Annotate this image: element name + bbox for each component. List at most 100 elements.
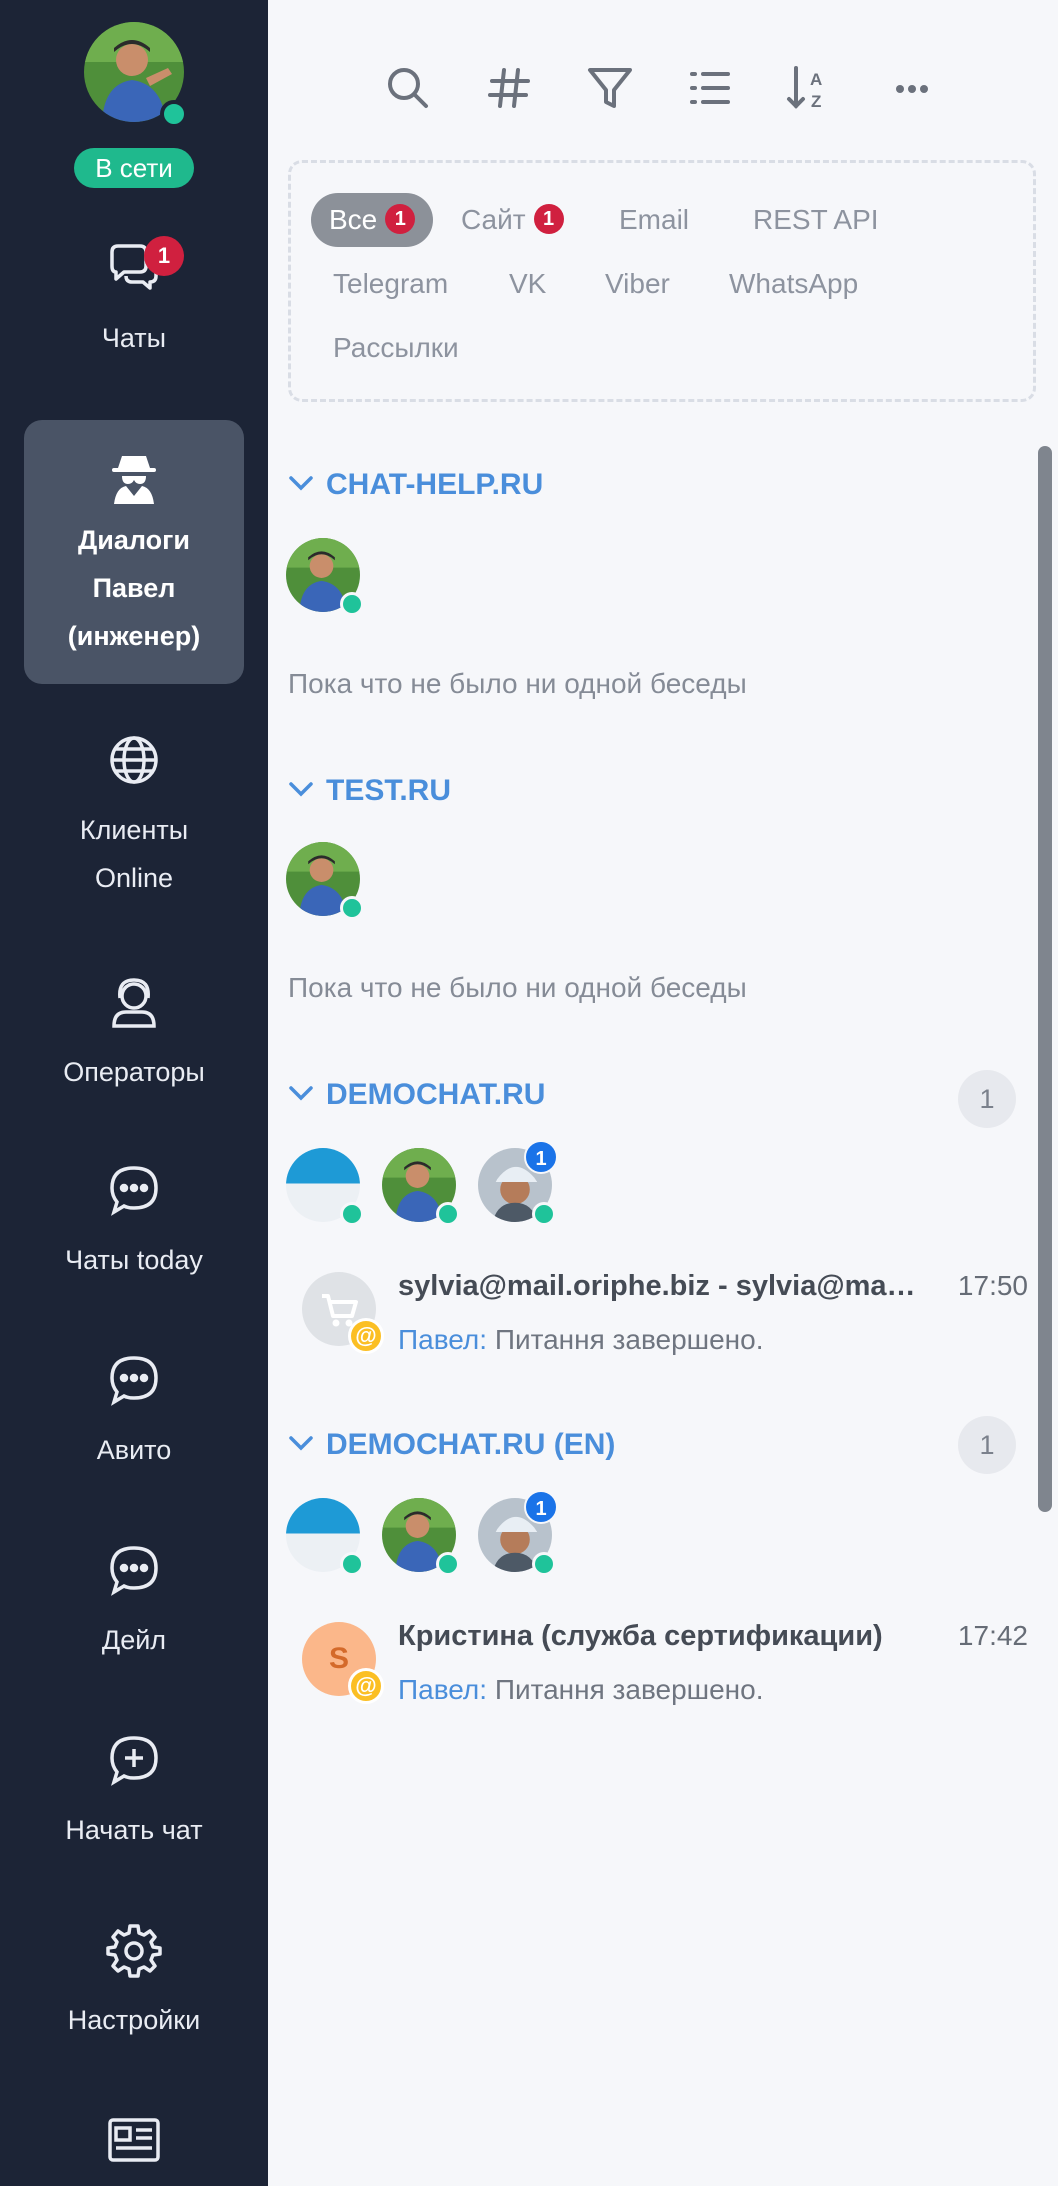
nav-news[interactable] bbox=[24, 2110, 244, 2186]
sort-button[interactable]: A Z bbox=[780, 58, 840, 118]
operator-avatar[interactable] bbox=[382, 1148, 460, 1226]
nav-chats-label: Чаты bbox=[101, 323, 167, 353]
message-text: Питання завершено. bbox=[494, 1674, 764, 1705]
group-count-badge: 1 bbox=[958, 1416, 1016, 1474]
list-view-button[interactable] bbox=[680, 58, 740, 118]
nav-avito[interactable]: Авито bbox=[24, 1350, 244, 1480]
chats-unread-badge: 1 bbox=[144, 236, 184, 276]
chip-vk[interactable]: VK bbox=[491, 257, 564, 311]
more-button[interactable] bbox=[882, 58, 942, 118]
newspaper-icon bbox=[104, 2110, 164, 2170]
nav-chats-today[interactable]: Чаты today bbox=[24, 1160, 244, 1290]
online-indicator bbox=[532, 1552, 556, 1576]
message-text: Питання завершено. bbox=[494, 1324, 764, 1355]
hashtag-button[interactable] bbox=[480, 58, 540, 118]
operator-avatar[interactable] bbox=[286, 842, 364, 920]
group-header-demochat-en[interactable]: DEMOCHAT.RU (EN) bbox=[286, 1420, 615, 1470]
online-indicator bbox=[532, 1202, 556, 1226]
chevron-down-icon bbox=[286, 1078, 316, 1108]
chip-all[interactable]: Все 1 bbox=[311, 193, 434, 247]
nav-settings[interactable]: Настройки bbox=[24, 1920, 244, 2050]
operator-avatar[interactable] bbox=[286, 538, 364, 616]
svg-text:A: A bbox=[810, 70, 822, 89]
group-name: DEMOCHAT.RU (EN) bbox=[326, 1428, 616, 1461]
chip-telegram[interactable]: Telegram bbox=[315, 257, 466, 311]
nav-operators-label: Операторы bbox=[63, 1057, 205, 1087]
nav-dialogs-label-line1: Диалоги bbox=[78, 525, 190, 555]
toolbar: A Z bbox=[268, 58, 1058, 128]
spy-agent-icon bbox=[104, 446, 164, 506]
conversation-last-message: Павел: Питання завершено. bbox=[398, 1324, 764, 1356]
empty-state-text: Пока что не было ни одной беседы bbox=[288, 972, 747, 1003]
nav-deil-label: Дейл bbox=[101, 1625, 167, 1655]
group-header-demochat[interactable]: DEMOCHAT.RU bbox=[286, 1070, 545, 1120]
operator-headset-icon bbox=[104, 972, 164, 1032]
globe-icon bbox=[104, 730, 164, 790]
operator-avatar-default[interactable] bbox=[286, 1148, 364, 1226]
online-indicator bbox=[436, 1202, 460, 1226]
chip-all-badge: 1 bbox=[385, 204, 416, 234]
nav-dialogs-pavel[interactable]: Диалоги Павел (инженер) bbox=[24, 420, 244, 684]
chip-viber[interactable]: Viber bbox=[587, 257, 688, 311]
chip-whatsapp[interactable]: WhatsApp bbox=[711, 257, 876, 311]
nav-chats[interactable]: 1 Чаты bbox=[24, 236, 244, 388]
operator-unread-badge: 1 bbox=[524, 1140, 558, 1174]
operator-unread-badge: 1 bbox=[524, 1490, 558, 1524]
conversation-time: 17:42 bbox=[957, 1620, 1028, 1651]
nav-deil[interactable]: Дейл bbox=[24, 1540, 244, 1670]
nav-dialogs-label-line3: (инженер) bbox=[67, 621, 201, 651]
chip-email[interactable]: Email bbox=[601, 193, 707, 247]
more-dots-icon bbox=[896, 85, 928, 93]
nav-clients-label-line1: Клиенты bbox=[79, 815, 189, 845]
sort-az-icon: A Z bbox=[787, 66, 822, 111]
operator-avatar-cap[interactable]: 1 bbox=[478, 1490, 558, 1576]
nav-dialogs-label-line2: Павел bbox=[92, 573, 176, 603]
conversation-row[interactable]: @ sylvia@mail.oriphe.biz - sylvia@mail.o… bbox=[288, 1266, 1028, 1376]
hashtag-icon bbox=[488, 68, 530, 108]
chevron-down-icon bbox=[286, 1428, 316, 1458]
online-indicator bbox=[436, 1552, 460, 1576]
gear-icon bbox=[104, 1920, 164, 1980]
operator-avatar-cap[interactable]: 1 bbox=[478, 1140, 558, 1226]
channel-filter-box: Все 1 Сайт 1 Email REST API Telegram VK Vi… bbox=[288, 160, 1036, 402]
conversation-title: sylvia@mail.oriphe.biz - sylvia@mail.ori… bbox=[398, 1270, 918, 1302]
search-button[interactable] bbox=[378, 58, 438, 118]
empty-state-text: Пока что не было ни одной беседы bbox=[288, 668, 747, 699]
chip-rest-api[interactable]: REST API bbox=[735, 193, 897, 247]
dialogs-panel: A Z Все 1 Сайт 1 Email REST API Telegram V… bbox=[268, 0, 1058, 2186]
chip-site-label: Сайт bbox=[461, 204, 526, 235]
list-icon bbox=[690, 72, 730, 104]
chip-site[interactable]: Сайт 1 bbox=[443, 193, 582, 247]
conversation-title: Кристина (служба сертификации) bbox=[398, 1620, 883, 1652]
nav-start-chat-label: Начать чат bbox=[65, 1815, 203, 1845]
nav-avito-label: Авито bbox=[96, 1435, 172, 1465]
filter-icon bbox=[588, 68, 632, 108]
nav-chats-today-label: Чаты today bbox=[65, 1245, 203, 1275]
message-author: Павел: bbox=[398, 1674, 488, 1705]
chevron-down-icon bbox=[286, 468, 316, 498]
online-indicator bbox=[340, 896, 364, 920]
message-author: Павел: bbox=[398, 1324, 488, 1355]
nav-start-chat[interactable]: Начать чат bbox=[24, 1730, 244, 1860]
email-channel-icon: @ bbox=[348, 1318, 384, 1354]
conversation-time: 17:50 bbox=[957, 1270, 1028, 1301]
group-header-chat-help[interactable]: CHAT-HELP.RU bbox=[286, 460, 543, 510]
status-badge[interactable]: В сети bbox=[74, 148, 194, 188]
group-count-badge: 1 bbox=[958, 1070, 1016, 1128]
online-indicator bbox=[340, 1552, 364, 1576]
chat-bubble-icon bbox=[104, 1350, 164, 1410]
operator-avatar[interactable] bbox=[382, 1498, 460, 1576]
nav-operators[interactable]: Операторы bbox=[24, 972, 244, 1102]
filter-button[interactable] bbox=[580, 58, 640, 118]
conversation-row[interactable]: S @ Кристина (служба сертификации) 17:42… bbox=[288, 1616, 1028, 1726]
online-indicator bbox=[340, 592, 364, 616]
nav-clients-label-line2: Online bbox=[94, 863, 174, 893]
chat-plus-icon bbox=[104, 1730, 164, 1790]
profile: В сети bbox=[0, 22, 268, 192]
search-icon bbox=[388, 68, 428, 108]
chip-mailings[interactable]: Рассылки bbox=[315, 321, 477, 375]
nav-clients-online[interactable]: Клиенты Online bbox=[24, 730, 244, 910]
scrollbar[interactable] bbox=[1038, 446, 1052, 1512]
group-header-test[interactable]: TEST.RU bbox=[286, 766, 451, 816]
operator-avatar-default[interactable] bbox=[286, 1498, 364, 1576]
